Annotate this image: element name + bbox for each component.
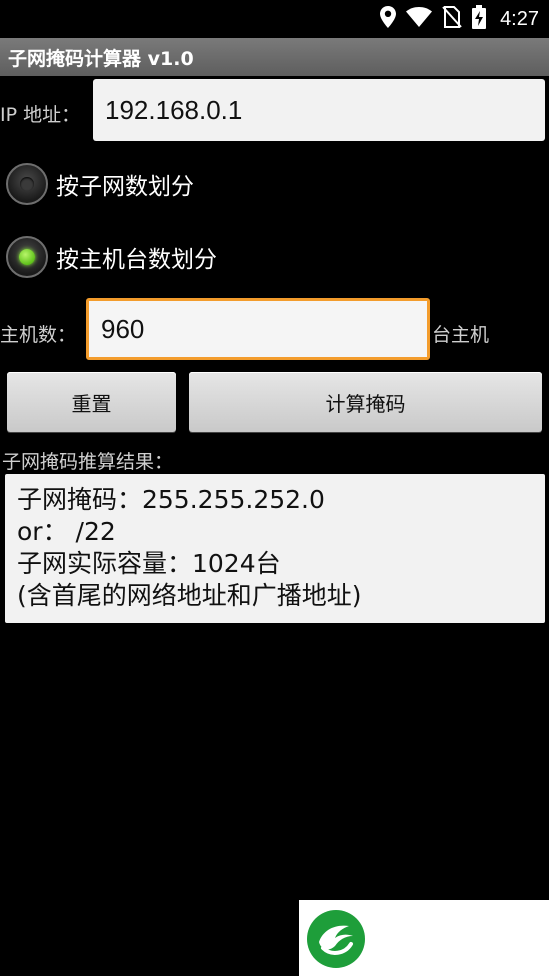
- result-heading: 子网掩码推算结果：: [2, 451, 174, 473]
- ip-address-input[interactable]: 192.168.0.1: [93, 79, 545, 141]
- radio-button[interactable]: [6, 163, 48, 205]
- result-line-note: (含首尾的网络地址和广播地址): [17, 581, 362, 610]
- radio-indicator-off: [20, 177, 34, 191]
- result-box: 子网掩码：255.255.252.0 or： /22 子网实际容量：1024台 …: [5, 474, 545, 623]
- host-count-input[interactable]: 960: [86, 298, 430, 360]
- host-count-label: 主机数：: [0, 324, 77, 346]
- watermark-panel: [299, 900, 549, 976]
- leaf-logo-icon: [307, 910, 365, 968]
- reset-button[interactable]: 重置: [7, 372, 176, 432]
- location-icon: [380, 6, 397, 32]
- result-line-capacity: 子网实际容量：1024台: [17, 549, 281, 578]
- title-bar: 子网掩码计算器 v1.0: [0, 38, 549, 76]
- radio-indicator-on: [19, 249, 35, 265]
- status-bar: 4:27: [0, 0, 549, 38]
- radio-label-subnet-count: 按子网数划分: [56, 174, 194, 200]
- status-time: 4:27: [500, 7, 539, 30]
- radio-label-host-count: 按主机台数划分: [56, 247, 217, 273]
- ip-label: IP 地址：: [0, 104, 81, 126]
- host-count-suffix: 台主机: [432, 324, 490, 346]
- result-line-subnet-mask: 子网掩码：255.255.252.0: [17, 485, 325, 514]
- calculate-mask-button[interactable]: 计算掩码: [189, 372, 542, 432]
- wifi-icon: [406, 6, 433, 31]
- no-sim-icon: [442, 6, 462, 32]
- radio-button[interactable]: [6, 236, 48, 278]
- radio-by-host-count[interactable]: 按主机台数划分: [6, 236, 217, 278]
- battery-charging-icon: [472, 5, 487, 33]
- app-screen: 4:27 子网掩码计算器 v1.0 IP 地址： 192.168.0.1 按子网…: [0, 0, 549, 976]
- result-line-cidr: or： /22: [17, 517, 116, 546]
- app-title: 子网掩码计算器 v1.0: [8, 48, 194, 70]
- radio-by-subnet-count[interactable]: 按子网数划分: [6, 163, 194, 205]
- status-icons: 4:27: [380, 5, 539, 33]
